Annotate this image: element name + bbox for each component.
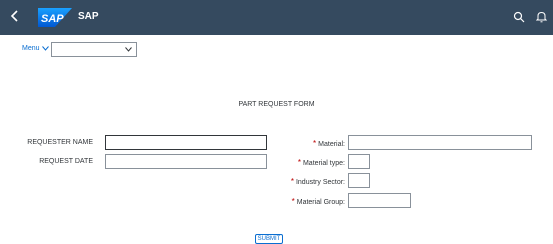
form-title: PART REQUEST FORM — [238, 101, 315, 108]
required-marker: * — [297, 158, 301, 167]
industry-sector-input[interactable] — [348, 173, 370, 188]
required-marker: * — [313, 139, 317, 148]
material-type-input[interactable] — [348, 154, 370, 169]
required-marker: * — [290, 177, 294, 186]
back-button[interactable] — [10, 9, 24, 25]
material-group-input[interactable] — [348, 193, 411, 208]
menu-button[interactable]: Menu — [22, 45, 49, 52]
material-type-label: * Material type: — [297, 158, 345, 167]
menu-label: Menu — [22, 45, 40, 52]
request-date-label: REQUEST DATE — [39, 158, 93, 165]
notification-bell-icon[interactable] — [536, 11, 547, 23]
back-arrow-icon — [10, 10, 18, 22]
logo-text: SAP — [41, 13, 64, 25]
industry-sector-label: * Industry Sector: — [290, 177, 345, 186]
chevron-down-icon — [41, 45, 49, 51]
app-title: SAP — [78, 11, 99, 22]
shell-bar: SAP SAP — [0, 0, 553, 35]
submit-button[interactable]: SUBMIT — [255, 234, 283, 244]
search-icon[interactable] — [513, 11, 525, 23]
chevron-down-icon — [125, 47, 132, 52]
requester-name-input[interactable] — [105, 135, 267, 150]
material-input[interactable] — [348, 135, 532, 150]
menu-select[interactable] — [51, 42, 137, 57]
request-date-input[interactable] — [105, 154, 267, 169]
sap-logo: SAP — [38, 8, 72, 27]
requester-name-label: REQUESTER NAME — [27, 139, 93, 146]
material-group-label: * Material Group: — [291, 197, 345, 206]
required-marker: * — [291, 197, 295, 206]
material-label: * Material: — [313, 139, 345, 148]
